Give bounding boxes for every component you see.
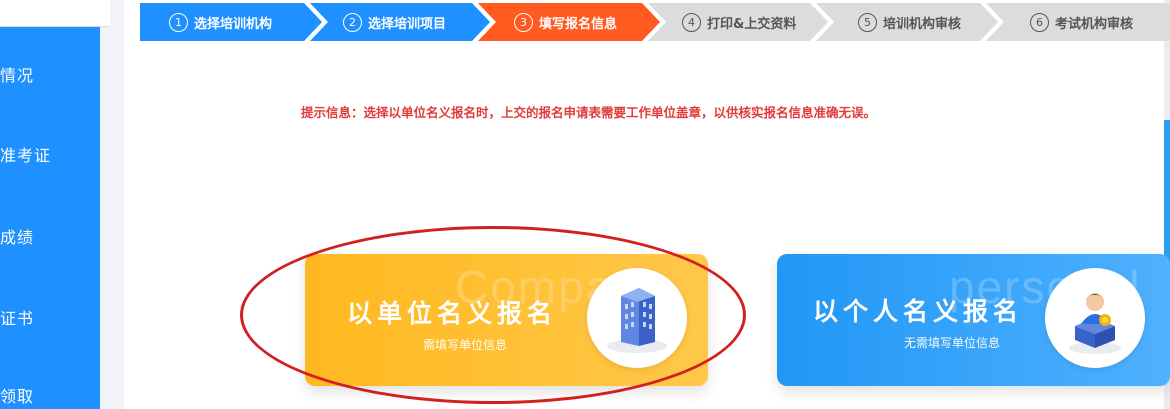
sidebar-item-scores[interactable]: 成绩 bbox=[0, 228, 34, 248]
company-card-subtitle: 需填写单位信息 bbox=[423, 338, 508, 352]
step-2[interactable]: 2 选择培训项目 bbox=[343, 3, 446, 41]
step-6-label: 考试机构审核 bbox=[1055, 16, 1134, 32]
step-5[interactable]: 5 培训机构审核 bbox=[858, 3, 961, 41]
step-1-number: 1 bbox=[169, 12, 188, 32]
sidebar: 情况 准考证 成绩 证书 领取 bbox=[0, 0, 100, 409]
personal-card-title: 以个人名义报名 bbox=[813, 297, 1024, 326]
step-2-label: 选择培训项目 bbox=[368, 16, 447, 32]
step-5-number: 5 bbox=[858, 12, 877, 32]
sidebar-item-certificate[interactable]: 证书 bbox=[0, 309, 34, 329]
company-registration-card[interactable]: Company 以单位名义报名 需填写单位信息 bbox=[305, 254, 708, 386]
step-3[interactable]: 3 填写报名信息 bbox=[514, 3, 617, 41]
sidebar-item-status[interactable]: 情况 bbox=[0, 66, 34, 86]
step-6[interactable]: 6 考试机构审核 bbox=[1030, 3, 1133, 41]
step-3-label: 填写报名信息 bbox=[539, 16, 618, 32]
step-6-number: 6 bbox=[1030, 12, 1049, 32]
personal-card-subtitle: 无需填写单位信息 bbox=[904, 336, 1001, 350]
step-3-number: 3 bbox=[514, 12, 533, 32]
step-2-number: 2 bbox=[343, 12, 362, 32]
hint-message: 提示信息：选择以单位名义报名时，上交的报名申请表需要工作单位盖章，以供核实报名信… bbox=[301, 105, 877, 120]
personal-registration-card[interactable]: personal 以个人名义报名 无需填写单位信息 bbox=[777, 254, 1170, 386]
step-4[interactable]: 4 打印&上交资料 bbox=[682, 3, 796, 41]
person-icon bbox=[1045, 268, 1145, 368]
step-1-label: 选择培训机构 bbox=[194, 16, 273, 32]
step-1[interactable]: 1 选择培训机构 bbox=[169, 3, 272, 41]
company-card-title: 以单位名义报名 bbox=[347, 299, 558, 328]
search-box[interactable] bbox=[0, 0, 110, 27]
sidebar-item-collect[interactable]: 领取 bbox=[0, 387, 34, 407]
step-4-number: 4 bbox=[682, 12, 701, 32]
building-icon bbox=[587, 268, 687, 368]
step-5-label: 培训机构审核 bbox=[883, 16, 962, 32]
step-arrows bbox=[140, 3, 1170, 41]
step-4-label: 打印&上交资料 bbox=[707, 16, 797, 32]
sidebar-item-admission-ticket[interactable]: 准考证 bbox=[0, 146, 51, 166]
